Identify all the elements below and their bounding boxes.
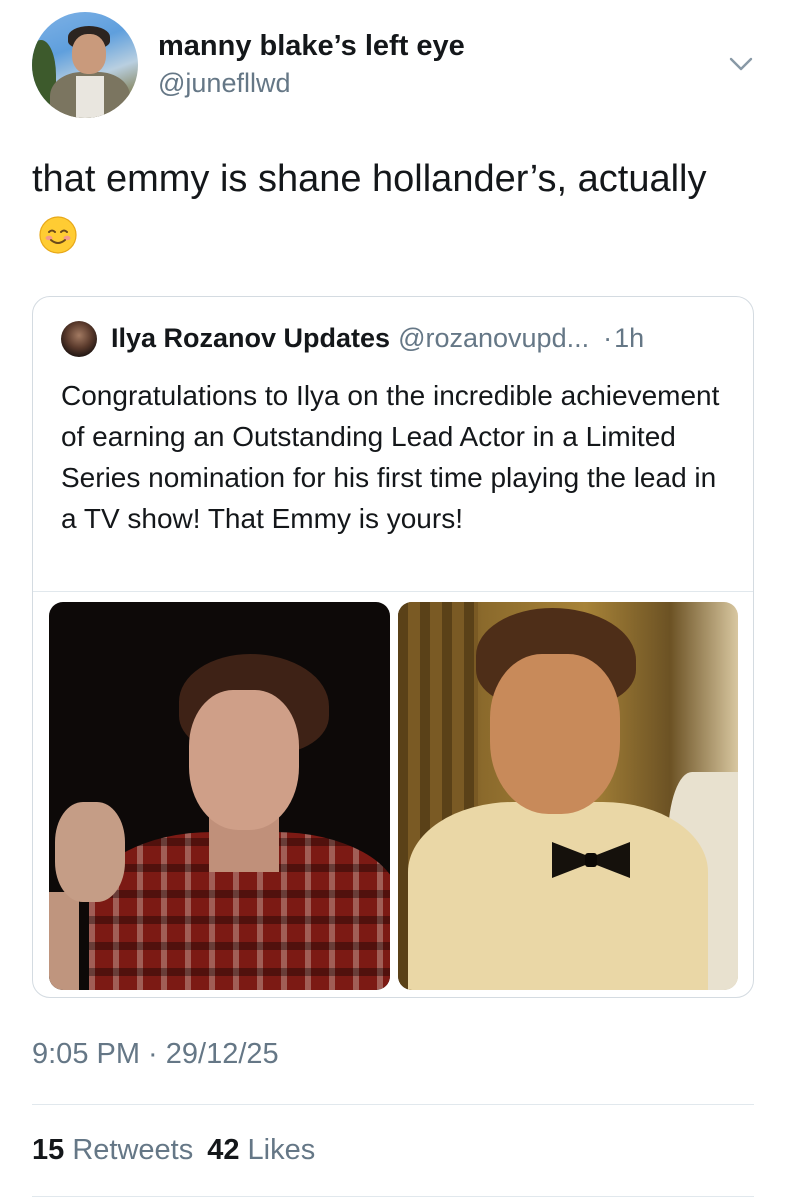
time-separator: · [603, 323, 613, 353]
retweets-label: Retweets [72, 1134, 194, 1166]
tweet-timestamp[interactable]: 9:05 PM · 29/12/25 [32, 1038, 279, 1071]
tweet-text: that emmy is shane hollander’s, actually [32, 150, 752, 266]
quoted-photo-2[interactable] [398, 602, 738, 990]
chevron-down-icon[interactable] [728, 50, 754, 76]
retweets-count: 15 [32, 1134, 65, 1166]
likes-count: 42 [207, 1134, 240, 1166]
likes-stat[interactable]: 42 Likes [207, 1134, 315, 1166]
divider [32, 1196, 754, 1197]
author-display-name[interactable]: manny blake’s left eye [158, 30, 465, 63]
quoted-tweet-card[interactable]: Ilya Rozanov Updates @rozanovupd... ·1h Co… [32, 296, 754, 998]
quoted-author-name: Ilya Rozanov Updates [111, 323, 391, 353]
likes-label: Likes [247, 1134, 316, 1166]
tweet-text-content: that emmy is shane hollander’s, actually [32, 158, 707, 200]
quoted-tweet-text: Congratulations to Ilya on the incredibl… [61, 380, 720, 534]
smiling-face-icon [39, 216, 77, 254]
tweet-detail-page: manny blake’s left eye @junefllwd that e… [0, 0, 786, 1200]
quoted-tweet-header: Ilya Rozanov Updates @rozanovupd... ·1h [111, 323, 644, 354]
author-avatar[interactable] [32, 12, 138, 118]
divider [32, 1104, 754, 1105]
quoted-tweet-time: 1h [614, 323, 645, 353]
quoted-tweet-divider [33, 591, 753, 592]
quoted-photo-1[interactable] [49, 602, 390, 990]
quoted-author-avatar [61, 321, 97, 357]
engagement-stats: 15 Retweets 42 Likes [32, 1134, 315, 1167]
quoted-author-handle: @rozanovupd... [398, 323, 590, 353]
retweets-stat[interactable]: 15 Retweets [32, 1134, 193, 1166]
author-handle[interactable]: @junefllwd [158, 68, 290, 99]
